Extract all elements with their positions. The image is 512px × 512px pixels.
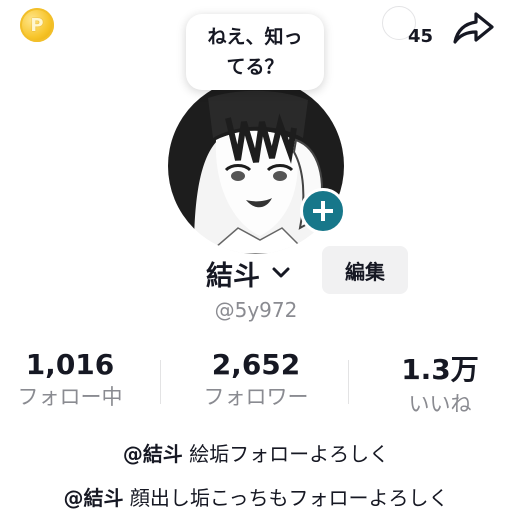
profile-handle: @5y972 — [214, 298, 298, 322]
bio-line-1: @結斗 絵垢フォローよろしく — [0, 438, 512, 467]
plus-icon — [313, 201, 333, 221]
bubble-text-line2: てる？ — [226, 56, 284, 78]
profile-name[interactable]: 結斗 — [206, 254, 260, 293]
stat-likes[interactable]: 1.3万 いいね — [382, 348, 498, 418]
bio-text: 絵垢フォローよろしく — [182, 442, 390, 466]
stat-divider — [160, 360, 161, 404]
chevron-down-icon[interactable] — [270, 262, 292, 284]
likes-label: いいね — [408, 392, 472, 416]
stat-followers[interactable]: 2,652 フォロワー — [188, 348, 324, 411]
bio-text: 顔出し垢こっちもフォローよろしく — [123, 486, 449, 510]
coin-icon[interactable]: P — [20, 8, 54, 42]
following-count: 1,016 — [25, 348, 115, 381]
bio-mention-link[interactable]: @結斗 — [64, 486, 124, 510]
stat-divider — [348, 360, 349, 404]
bubble-text-line1: ねえ、知っ — [207, 26, 303, 48]
likes-count: 1.3万 — [401, 353, 479, 386]
stat-following[interactable]: 1,016 フォロー中 — [10, 348, 130, 411]
share-arrow-icon[interactable] — [452, 8, 496, 48]
edit-profile-button[interactable]: 編集 — [322, 246, 408, 294]
followers-label: フォロワー — [203, 385, 309, 409]
coin-symbol: P — [30, 14, 44, 36]
profile-views-count[interactable]: 45 — [408, 26, 433, 47]
avatar-speech-bubble[interactable]: ねえ、知っ てる？ — [186, 14, 324, 90]
bio-line-2: @結斗 顔出し垢こっちもフォローよろしく — [0, 482, 512, 511]
following-label: フォロー中 — [17, 385, 123, 409]
followers-count: 2,652 — [211, 348, 301, 381]
add-follow-button[interactable] — [300, 188, 346, 234]
bio-mention-link[interactable]: @結斗 — [123, 442, 183, 466]
